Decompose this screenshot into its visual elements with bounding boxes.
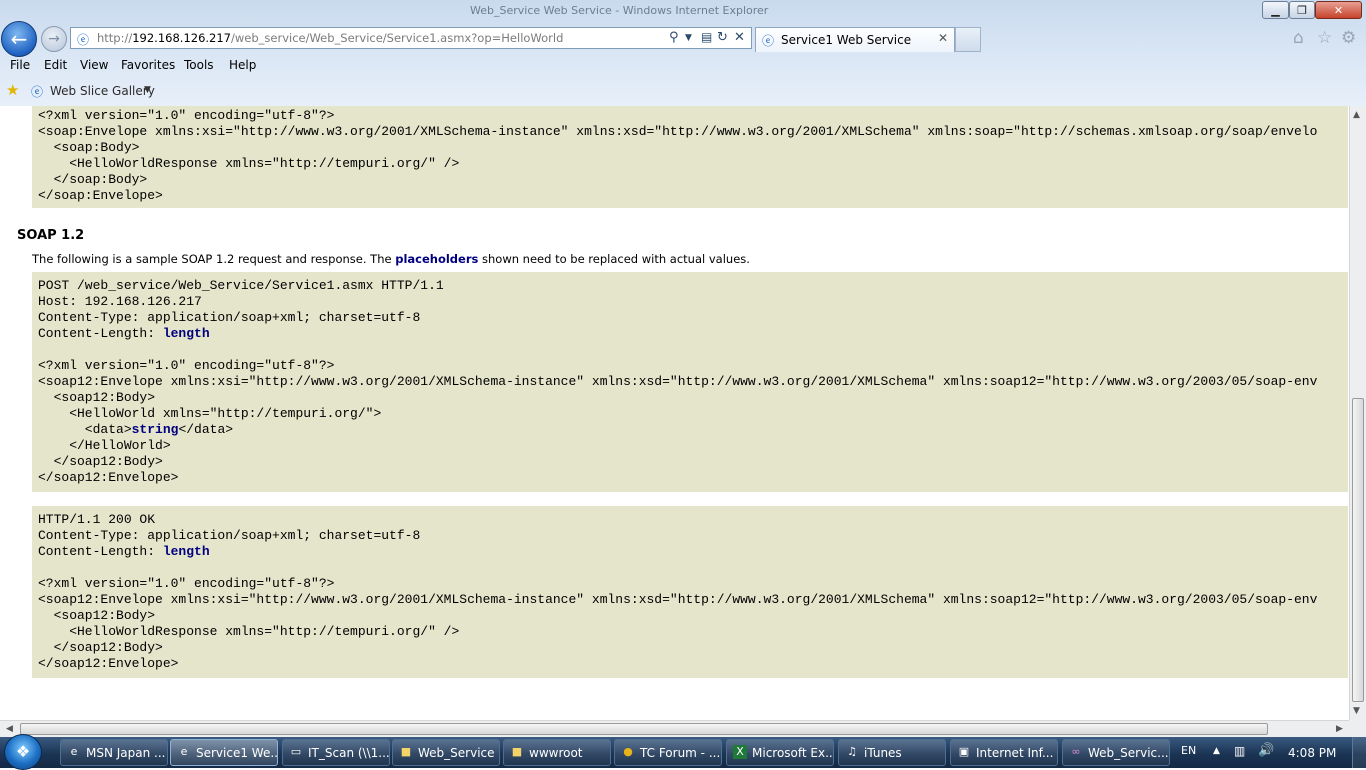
maximize-button[interactable]: ❐ — [1289, 1, 1315, 19]
menu-tools[interactable]: Tools — [184, 58, 214, 72]
taskbar-item-web-service-folder[interactable]: ■ Web_Service — [392, 739, 500, 766]
soap11-response-code: <?xml version="1.0" encoding="utf-8"?> <… — [32, 106, 1348, 208]
length-placeholder: length — [162, 326, 210, 341]
start-button[interactable]: ❖ — [4, 734, 42, 770]
address-url[interactable]: http://192.168.126.217/web_service/Web_S… — [97, 31, 563, 45]
horizontal-scroll-thumb[interactable] — [20, 723, 1268, 735]
tab-close-icon[interactable]: ✕ — [938, 31, 948, 45]
search-icon[interactable]: ⚲ — [669, 30, 679, 45]
itunes-icon: ♫ — [847, 745, 857, 758]
back-button[interactable]: ← — [1, 21, 37, 57]
web-slice-icon: ⓔ — [31, 85, 44, 99]
ie-icon: e — [180, 745, 188, 758]
menu-bar: File Edit View Favorites Tools Help — [0, 55, 1366, 77]
minimize-icon: ▁ — [1271, 4, 1280, 17]
taskbar-item-msn[interactable]: e MSN Japan ... — [60, 739, 168, 766]
iis-icon: ▣ — [958, 745, 970, 758]
network-drive-icon: ▭ — [290, 745, 302, 758]
tab-title: Service1 Web Service — [781, 33, 912, 47]
address-bar[interactable]: ⓔ http://192.168.126.217/web_service/Web… — [70, 27, 752, 49]
tab-service1[interactable]: ⓔ Service1 Web Service ✕ — [755, 27, 955, 52]
excel-icon: X — [733, 745, 747, 759]
scroll-left-arrow-icon[interactable]: ◀ — [6, 724, 13, 734]
refresh-icon[interactable]: ↻ — [717, 30, 728, 45]
tools-gear-icon[interactable]: ⚙ — [1341, 28, 1356, 48]
ie-page-icon: ⓔ — [762, 34, 775, 48]
web-slice-dropdown-icon[interactable]: ▼ — [144, 85, 151, 95]
taskbar-item-service1[interactable]: e Service1 We... — [170, 739, 278, 766]
menu-file[interactable]: File — [10, 58, 30, 72]
menu-favorites[interactable]: Favorites — [121, 58, 175, 72]
taskbar-item-iis[interactable]: ▣ Internet Inf... — [950, 739, 1058, 766]
horizontal-scrollbar[interactable]: ◀ ▶ — [0, 720, 1349, 737]
soap12-heading: SOAP 1.2 — [17, 228, 85, 243]
taskbar-item-tc-forum[interactable]: ● TC Forum - ... — [614, 739, 722, 766]
window-title: Web_Service Web Service - Windows Intern… — [470, 4, 769, 17]
new-tab-button[interactable] — [955, 27, 981, 52]
soap12-request-code: POST /web_service/Web_Service/Service1.a… — [32, 272, 1348, 492]
taskbar: ❖ e MSN Japan ... e Service1 We... ▭ IT_… — [0, 734, 1366, 770]
favorites-star-icon[interactable]: ☆ — [1317, 28, 1332, 48]
favorites-bar: ★ ⓔ Web Slice Gallery ▼ — [0, 79, 1366, 103]
system-clock[interactable]: 4:08 PM — [1288, 746, 1336, 760]
scroll-up-arrow-icon[interactable]: ▲ — [1353, 110, 1360, 120]
show-desktop-button[interactable] — [1352, 737, 1366, 768]
language-indicator[interactable]: EN — [1181, 744, 1196, 757]
placeholders-emphasis: placeholders — [395, 252, 479, 266]
network-icon[interactable]: ▥ — [1234, 744, 1245, 758]
taskbar-item-wwwroot[interactable]: ■ wwwroot — [503, 739, 611, 766]
visual-studio-icon: ∞ — [1071, 745, 1081, 758]
close-window-button[interactable]: ✕ — [1315, 1, 1362, 19]
ie-page-icon: ⓔ — [77, 33, 90, 47]
length-placeholder: length — [162, 544, 210, 559]
windows-logo-icon: ❖ — [15, 742, 31, 761]
scroll-corner — [1349, 720, 1366, 737]
chrome-icon: ● — [623, 745, 633, 758]
forward-arrow-icon: → — [48, 31, 60, 47]
volume-icon[interactable]: 🔊 — [1258, 743, 1274, 758]
web-slice-gallery-link[interactable]: Web Slice Gallery — [50, 84, 155, 98]
menu-edit[interactable]: Edit — [44, 58, 67, 72]
close-icon: ✕ — [1333, 4, 1344, 17]
dropdown-arrow-icon[interactable]: ▼ — [685, 33, 692, 43]
menu-view[interactable]: View — [80, 58, 108, 72]
taskbar-item-it-scan[interactable]: ▭ IT_Scan (\\1... — [282, 739, 390, 766]
vertical-scrollbar[interactable]: ▲ ▼ — [1349, 106, 1366, 720]
ie-icon: e — [70, 745, 78, 758]
scroll-right-arrow-icon[interactable]: ▶ — [1336, 724, 1343, 734]
stop-icon[interactable]: ✕ — [734, 30, 745, 45]
vertical-scroll-thumb[interactable] — [1352, 398, 1364, 702]
restore-icon: ❐ — [1297, 4, 1307, 17]
folder-icon: ■ — [511, 745, 523, 758]
add-favorite-star-icon[interactable]: ★ — [6, 81, 19, 99]
taskbar-item-visual-studio[interactable]: ∞ Web_Servic... — [1062, 739, 1170, 766]
back-arrow-icon: ← — [10, 27, 28, 51]
show-hidden-icons-arrow-icon[interactable]: ▲ — [1213, 746, 1220, 756]
minimize-button[interactable]: ▁ — [1262, 1, 1289, 19]
home-icon[interactable]: ⌂ — [1293, 28, 1304, 48]
string-placeholder: string — [131, 422, 179, 437]
soap12-intro-text: The following is a sample SOAP 1.2 reque… — [32, 252, 750, 266]
taskbar-item-itunes[interactable]: ♫ iTunes — [838, 739, 946, 766]
soap12-response-code: HTTP/1.1 200 OK Content-Type: applicatio… — [32, 506, 1348, 678]
menu-help[interactable]: Help — [229, 58, 256, 72]
forward-button[interactable]: → — [41, 26, 67, 52]
folder-icon: ■ — [400, 745, 412, 758]
page-content: <?xml version="1.0" encoding="utf-8"?> <… — [0, 106, 1349, 720]
compatibility-view-icon[interactable]: ▤ — [701, 30, 712, 44]
scroll-down-arrow-icon[interactable]: ▼ — [1353, 706, 1360, 716]
browser-chrome: Web_Service Web Service - Windows Intern… — [0, 0, 1366, 107]
taskbar-item-excel[interactable]: X Microsoft Ex... — [726, 739, 834, 766]
